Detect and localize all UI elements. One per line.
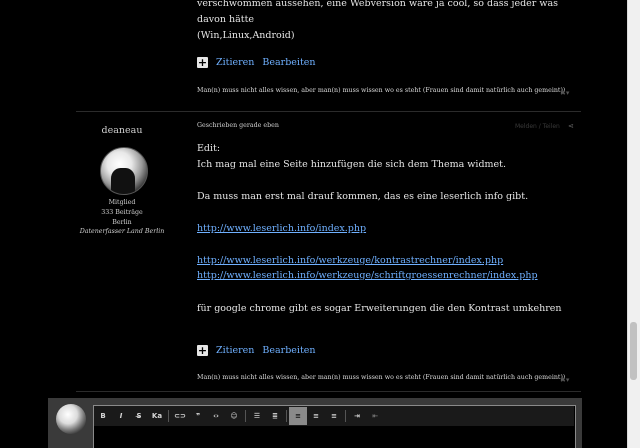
link-icon[interactable]: ⊂⊃ xyxy=(171,407,189,425)
editor-toolbar: B I S̶ Ka ⊂⊃ ❞ ‹› ☺ ☰ ≣ ≡ ≡ ≡ ⇥ ⇤ xyxy=(94,406,574,426)
quote-icon[interactable]: ❞ xyxy=(189,407,207,425)
align-center-icon[interactable]: ≡ xyxy=(307,407,325,425)
bullet-list-icon[interactable]: ☰ xyxy=(248,407,266,425)
author-role: Mitglied xyxy=(108,199,136,206)
post-divider xyxy=(76,391,581,392)
strikethrough-icon[interactable]: S̶ xyxy=(130,407,148,425)
quote-button[interactable]: Zitieren xyxy=(216,345,254,356)
post-controls-icon[interactable]: ✖▾ xyxy=(560,89,569,97)
emoji-icon[interactable]: ☺ xyxy=(225,407,243,425)
quote-button[interactable]: Zitieren xyxy=(216,57,254,68)
post-link[interactable]: http://www.leserlich.info/werkzeuge/kont… xyxy=(197,255,503,266)
avatar-figure xyxy=(111,168,135,194)
numbered-list-icon[interactable]: ≣ xyxy=(266,407,284,425)
align-right-icon[interactable]: ≡ xyxy=(325,407,343,425)
post-text-line: Ich mag mal eine Seite hinzufügen die si… xyxy=(197,159,506,170)
post-text-line: Edit: xyxy=(197,143,221,154)
edit-button[interactable]: Bearbeiten xyxy=(262,57,315,68)
post-text-line: für google chrome gibt es sogar Erweiter… xyxy=(197,303,562,314)
post-link[interactable]: http://www.leserlich.info/index.php xyxy=(197,223,366,234)
previous-post-body: verschwommen aussehen, eine Webversion w… xyxy=(197,0,577,44)
share-icon[interactable]: ⋖ xyxy=(568,122,574,130)
outdent-icon[interactable]: ⇤ xyxy=(366,407,384,425)
edit-button[interactable]: Bearbeiten xyxy=(262,345,315,356)
post-text-line: Da muss man erst mal drauf kommen, das e… xyxy=(197,191,529,202)
post-date[interactable]: Geschrieben gerade eben xyxy=(197,122,279,129)
author-name[interactable]: deaneau xyxy=(76,125,168,136)
post-signature: Man(n) muss nicht alles wissen, aber man… xyxy=(197,374,566,381)
italic-icon[interactable]: I xyxy=(112,407,130,425)
post-actions: + Zitieren Bearbeiten xyxy=(197,345,316,356)
editor-avatar xyxy=(56,404,86,434)
toolbar-separator xyxy=(286,410,287,422)
previous-post-line: (Win,Linux,Android) xyxy=(197,30,295,41)
multiquote-plus-icon[interactable]: + xyxy=(197,345,208,356)
post-report-link[interactable]: Melden / Teilen xyxy=(515,123,560,130)
author-city: Berlin xyxy=(112,219,132,226)
previous-post-actions: + Zitieren Bearbeiten xyxy=(197,57,316,68)
scrollbar-thumb[interactable] xyxy=(630,322,637,380)
post-divider xyxy=(76,111,581,112)
page-scrollbar[interactable] xyxy=(627,0,640,448)
post-link[interactable]: http://www.leserlich.info/werkzeuge/schr… xyxy=(197,270,538,281)
author-post-count: 333 Beiträge xyxy=(101,209,143,216)
toolbar-separator xyxy=(345,410,346,422)
forum-page: verschwommen aussehen, eine Webversion w… xyxy=(0,0,628,448)
author-tagline: Datenerfasser Land Berlin xyxy=(79,228,165,235)
previous-post-signature: Man(n) muss nicht alles wissen, aber man… xyxy=(197,87,566,94)
post-controls-icon[interactable]: ✖▾ xyxy=(560,376,569,384)
code-icon[interactable]: ‹› xyxy=(207,407,225,425)
indent-icon[interactable]: ⇥ xyxy=(348,407,366,425)
toolbar-separator xyxy=(245,410,246,422)
toolbar-separator xyxy=(168,410,169,422)
align-left-icon[interactable]: ≡ xyxy=(289,407,307,425)
bold-icon[interactable]: B xyxy=(94,407,112,425)
font-size-icon[interactable]: Ka xyxy=(148,407,166,425)
previous-post-line: verschwommen aussehen, eine Webversion w… xyxy=(197,0,559,25)
multiquote-plus-icon[interactable]: + xyxy=(197,57,208,68)
author-avatar[interactable] xyxy=(100,147,148,195)
